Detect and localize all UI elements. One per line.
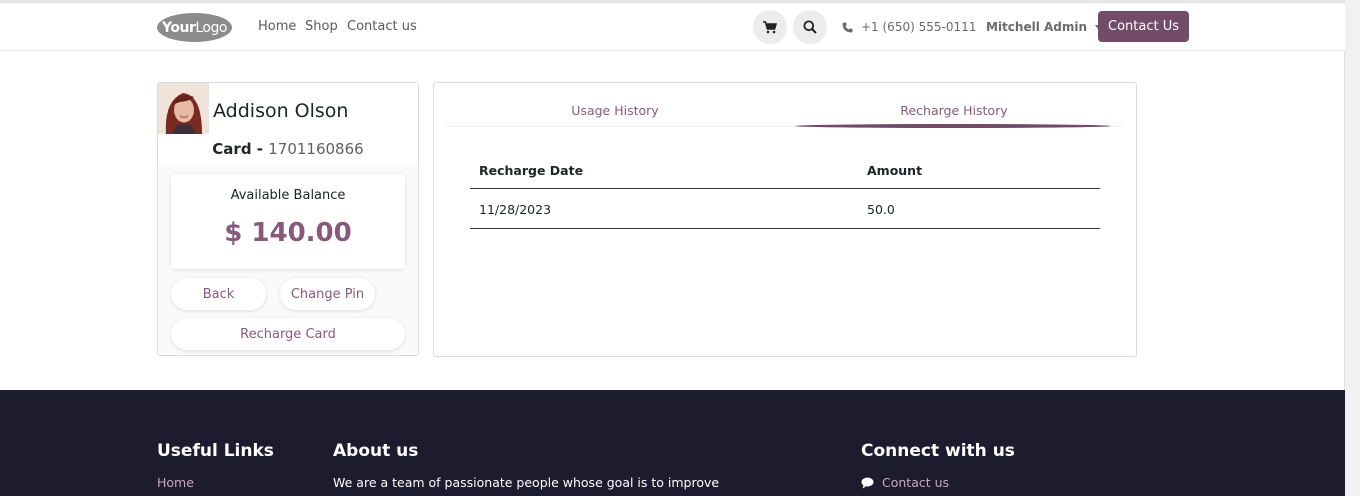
cart-button[interactable] [753, 10, 787, 44]
card-summary-panel: Addison Olson Card - 1701160866 Availabl… [157, 82, 419, 356]
card-label: Card - [212, 140, 264, 158]
tab-recharge-history[interactable]: Recharge History [872, 103, 1036, 118]
logo-bold-text: Your [162, 19, 196, 36]
footer-contact-label: Contact us [882, 475, 950, 490]
site-footer: Useful Links Home About us We are a team… [0, 390, 1345, 496]
row-recharge-date: 11/28/2023 [479, 202, 552, 217]
card-number: 1701160866 [268, 140, 364, 158]
phone-icon [842, 22, 853, 32]
footer-contact-link[interactable]: Contact us [861, 475, 949, 490]
nav-home[interactable]: Home [258, 19, 296, 34]
balance-label: Available Balance [230, 188, 346, 203]
column-header-amount: Amount [867, 163, 923, 178]
comment-icon [861, 477, 874, 488]
avatar [158, 83, 209, 134]
footer-useful-links-heading: Useful Links [157, 441, 274, 461]
nav-contact-us[interactable]: Contact us [347, 19, 417, 34]
footer-connect-heading: Connect with us [861, 441, 1015, 461]
column-header-date: Recharge Date [479, 163, 584, 178]
profile-header: Addison Olson Card - 1701160866 [158, 83, 418, 165]
contact-us-button[interactable]: Contact Us [1098, 11, 1189, 42]
site-header: Your Logo Home Shop Contact us +1 (650) 5… [0, 3, 1345, 51]
back-button[interactable]: Back [171, 278, 266, 310]
search-icon [803, 20, 817, 34]
user-menu[interactable]: Mitchell Admin [986, 20, 1102, 34]
balance-value: $ 140.00 [224, 218, 352, 248]
card-number-line: Card - 1701160866 [158, 140, 418, 158]
balance-box: Available Balance $ 140.00 [171, 174, 405, 269]
phone-number: +1 (650) 555-0111 [861, 20, 977, 34]
logo-light-text: Logo [195, 19, 227, 36]
vertical-scrollbar[interactable] [1344, 0, 1360, 496]
change-pin-button[interactable]: Change Pin [280, 278, 375, 310]
customer-name: Addison Olson [213, 100, 349, 122]
row-amount: 50.0 [867, 202, 895, 217]
search-button[interactable] [793, 10, 827, 44]
footer-about-heading: About us [333, 441, 419, 461]
phone-contact[interactable]: +1 (650) 555-0111 [842, 20, 976, 34]
footer-about-text: We are a team of passionate people whose… [333, 475, 720, 490]
site-logo[interactable]: Your Logo [157, 13, 232, 42]
nav-shop[interactable]: Shop [305, 19, 338, 34]
active-tab-indicator [795, 124, 1111, 128]
footer-link-home[interactable]: Home [157, 475, 194, 490]
table-bottom-border [470, 228, 1100, 229]
tab-usage-history[interactable]: Usage History [534, 103, 696, 118]
cart-icon [763, 20, 777, 33]
user-name: Mitchell Admin [986, 20, 1088, 34]
recharge-card-button[interactable]: Recharge Card [171, 318, 405, 350]
history-panel: Usage History Recharge History Recharge … [433, 82, 1137, 357]
table-header-divider [470, 188, 1100, 189]
